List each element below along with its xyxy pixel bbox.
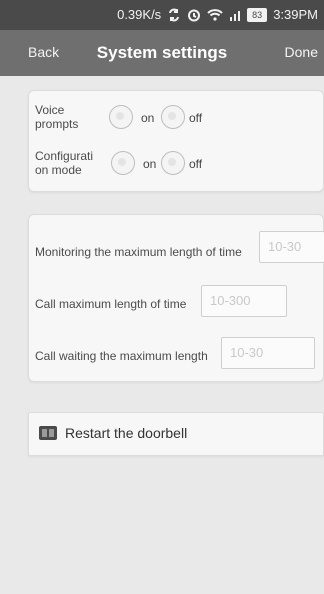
call-wait-placeholder: 10-30: [230, 345, 264, 360]
call-max-placeholder: 10-300: [210, 293, 251, 308]
nav-bar: Back System settings Done: [0, 30, 324, 76]
call-waiting-max-length-label: Call waiting the maximum length: [35, 349, 208, 363]
prompts-card: Voice prompts on off Configurati on mode…: [28, 90, 324, 192]
config-on-label: on: [143, 157, 157, 171]
voice-prompts-label: Voice prompts: [35, 103, 79, 131]
config-off-radio[interactable]: [161, 151, 185, 175]
done-button[interactable]: Done: [285, 44, 318, 60]
alarm-icon: [188, 9, 201, 21]
voice-off-radio[interactable]: [161, 105, 185, 129]
network-speed: 0.39K/s: [117, 7, 162, 22]
call-max-length-label: Call maximum length of time: [35, 297, 187, 311]
monitoring-placeholder: 10-30: [268, 239, 302, 254]
page-title: System settings: [96, 43, 228, 62]
limits-card: Monitoring the maximum length of time 10…: [28, 214, 324, 382]
monitoring-max-length-label: Monitoring the maximum length of time: [35, 245, 242, 259]
battery-text: 83: [252, 9, 263, 20]
monitoring-max-length-input[interactable]: 10-30: [259, 231, 324, 263]
call-waiting-max-length-input[interactable]: 10-30: [221, 337, 315, 369]
restart-doorbell-label: Restart the doorbell: [65, 425, 188, 441]
config-on-radio[interactable]: [111, 151, 135, 175]
config-off-label: off: [189, 157, 203, 171]
battery-icon: 83: [247, 7, 268, 22]
wifi-icon: [207, 8, 223, 21]
voice-on-label: on: [141, 111, 155, 125]
restart-icon: [39, 426, 57, 440]
voice-off-label: off: [189, 111, 203, 125]
restart-card[interactable]: Restart the doorbell: [28, 412, 324, 456]
restart-doorbell-button[interactable]: Restart the doorbell: [39, 425, 187, 441]
voice-on-radio[interactable]: [109, 105, 133, 129]
status-bar: 0.39K/s 83 3:39PM: [0, 0, 324, 30]
call-max-length-input[interactable]: 10-300: [201, 285, 287, 317]
clock: 3:39PM: [273, 7, 318, 22]
configuration-mode-label: Configurati on mode: [35, 149, 94, 177]
status-bar-content: 0.39K/s 83 3:39PM: [117, 7, 318, 22]
signal-icon: [230, 10, 241, 21]
sync-icon: [169, 8, 180, 21]
